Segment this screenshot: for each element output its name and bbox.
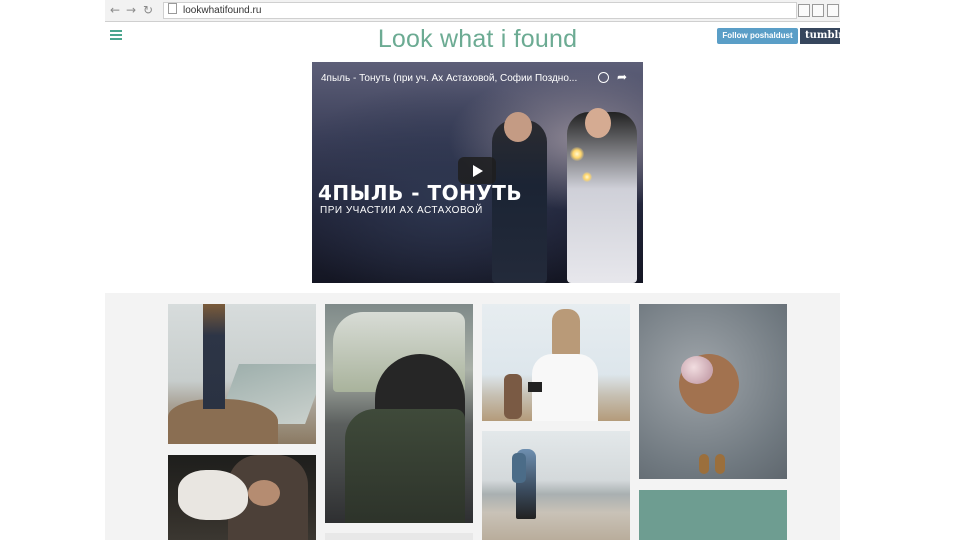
- page-title[interactable]: Look what i found: [340, 24, 615, 54]
- tumblr-logo-button[interactable]: tumblr.: [800, 28, 840, 44]
- video-overlay-title: 4ПЫЛЬ - ТОНУТЬ: [318, 181, 523, 205]
- man-with-dog-photo[interactable]: [168, 455, 316, 540]
- browser-toolbar: ← → ↻ lookwhatifound.ru: [105, 0, 840, 22]
- girl-with-flowers-photo[interactable]: [639, 304, 787, 479]
- star-icon[interactable]: [812, 4, 824, 17]
- forward-arrow-icon[interactable]: →: [126, 3, 136, 17]
- clock-icon[interactable]: [598, 72, 609, 83]
- video-player[interactable]: 4пыль - Тонуть (при уч. Ах Астаховой, Со…: [312, 62, 643, 283]
- menu-icon[interactable]: [110, 30, 122, 41]
- hiker-on-beach-photo[interactable]: [482, 431, 630, 540]
- person-standing-on-cliff-photo[interactable]: [168, 304, 316, 444]
- back-arrow-icon[interactable]: ←: [110, 3, 120, 17]
- video-title[interactable]: 4пыль - Тонуть (при уч. Ах Астаховой, Со…: [321, 73, 589, 84]
- play-icon[interactable]: [458, 157, 496, 184]
- video-overlay-subtitle: ПРИ УЧАСТИИ АХ АСТАХОВОЙ: [320, 205, 483, 216]
- teal-tile[interactable]: [639, 490, 787, 540]
- reload-icon[interactable]: ↻: [143, 3, 153, 17]
- sparkler-light: [582, 172, 592, 182]
- person-in-car-photo[interactable]: [325, 304, 473, 523]
- page-icon: [168, 3, 177, 14]
- address-bar-text: lookwhatifound.ru: [183, 5, 262, 16]
- extension-icon[interactable]: [827, 4, 839, 17]
- follow-button[interactable]: Follow poshaldust: [717, 28, 798, 44]
- share-icon[interactable]: ➦: [617, 70, 627, 84]
- woman-with-camera-photo[interactable]: [482, 304, 630, 421]
- sparkler-light: [570, 147, 584, 161]
- partial-photo[interactable]: [325, 533, 473, 540]
- translate-icon[interactable]: [798, 4, 810, 17]
- video-thumbnail-woman: [567, 108, 637, 283]
- address-bar[interactable]: lookwhatifound.ru: [163, 2, 797, 19]
